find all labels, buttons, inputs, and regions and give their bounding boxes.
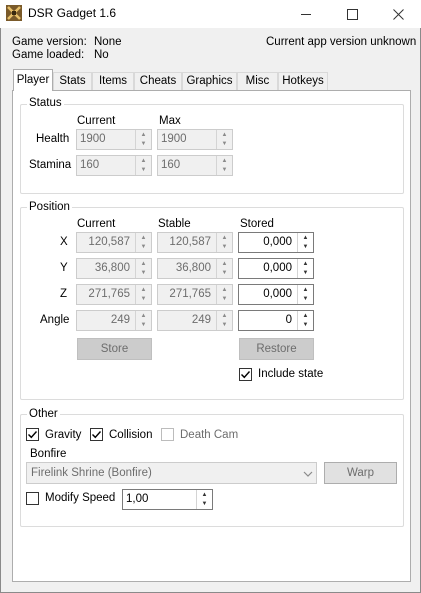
tab-cheats[interactable]: Cheats <box>134 72 182 90</box>
tab-misc[interactable]: Misc <box>237 72 278 90</box>
health-current-field: 1900 ▲ ▼ <box>76 129 152 150</box>
modify-speed-checkbox[interactable] <box>26 492 39 505</box>
position-stored-header: Stored <box>240 218 274 230</box>
x-current-spinner: ▲ ▼ <box>135 233 151 252</box>
stamina-current-spinner: ▲ ▼ <box>135 156 151 175</box>
close-button[interactable] <box>375 0 421 28</box>
speed-input[interactable]: 1,00 ▲ ▼ <box>122 489 213 510</box>
z-stable-spinner: ▲ ▼ <box>216 285 232 304</box>
tab-hotkeys[interactable]: Hotkeys <box>278 72 328 90</box>
store-button[interactable]: Store <box>77 338 152 360</box>
health-max-spinner: ▲ ▼ <box>216 130 232 149</box>
gravity-label[interactable]: Gravity <box>45 429 81 441</box>
death-cam-checkbox[interactable] <box>161 428 174 441</box>
gravity-checkbox[interactable] <box>26 428 39 441</box>
y-stored-field[interactable]: 0,000 ▲ ▼ <box>238 258 314 279</box>
game-loaded-label: Game loaded: <box>12 49 85 61</box>
collision-label[interactable]: Collision <box>109 429 152 441</box>
z-label: Z <box>60 288 68 300</box>
maximize-button[interactable] <box>329 0 375 28</box>
stamina-current-field: 160 ▲ ▼ <box>76 155 152 176</box>
game-version-label: Game version: <box>12 36 87 48</box>
position-current-header: Current <box>77 218 116 230</box>
restore-button[interactable]: Restore <box>239 338 314 360</box>
speed-spinner[interactable]: ▲ ▼ <box>196 490 212 509</box>
y-stable-field: 36,800 ▲ ▼ <box>157 258 233 279</box>
other-group-title: Other <box>27 408 60 420</box>
tab-graphics[interactable]: Graphics <box>182 72 237 90</box>
y-stored-spinner[interactable]: ▲ ▼ <box>297 259 313 278</box>
bonfire-dropdown[interactable]: Firelink Shrine (Bonfire) <box>26 462 317 484</box>
chevron-down-icon <box>303 467 313 486</box>
health-max-field: 1900 ▲ ▼ <box>157 129 233 150</box>
position-stable-header: Stable <box>158 218 191 230</box>
bonfire-label: Bonfire <box>30 448 67 460</box>
z-current-field: 271,765 ▲ ▼ <box>76 284 152 305</box>
angle-stored-spinner[interactable]: ▲ ▼ <box>297 311 313 330</box>
z-stored-spinner[interactable]: ▲ ▼ <box>297 285 313 304</box>
tab-player[interactable]: Player <box>13 69 53 91</box>
x-stable-spinner: ▲ ▼ <box>216 233 232 252</box>
y-current-field: 36,800 ▲ ▼ <box>76 258 152 279</box>
health-current-spinner: ▲ ▼ <box>135 130 151 149</box>
angle-stable-field: 249 ▲ ▼ <box>157 310 233 331</box>
x-label: X <box>60 236 68 248</box>
angle-stable-spinner: ▲ ▼ <box>216 311 232 330</box>
app-version-text: Current app version unknown <box>266 36 417 48</box>
status-current-header: Current <box>77 115 116 127</box>
window-title: DSR Gadget 1.6 <box>28 6 117 20</box>
angle-current-spinner: ▲ ▼ <box>135 311 151 330</box>
x-stored-field[interactable]: 0,000 ▲ ▼ <box>238 232 314 253</box>
game-version-value: None <box>94 36 122 48</box>
angle-stored-field[interactable]: 0 ▲ ▼ <box>238 310 314 331</box>
include-state-checkbox[interactable] <box>239 368 252 381</box>
status-group-title: Status <box>27 97 64 109</box>
health-label: Health <box>36 133 70 145</box>
z-stored-field[interactable]: 0,000 ▲ ▼ <box>238 284 314 305</box>
x-stored-spinner[interactable]: ▲ ▼ <box>297 233 313 252</box>
collision-checkbox[interactable] <box>90 428 103 441</box>
tab-stats[interactable]: Stats <box>53 72 92 90</box>
minimize-button[interactable] <box>283 0 329 28</box>
title-bar: DSR Gadget 1.6 <box>0 0 421 28</box>
z-stable-field: 271,765 ▲ ▼ <box>157 284 233 305</box>
stamina-label: Stamina <box>29 159 72 171</box>
angle-current-field: 249 ▲ ▼ <box>76 310 152 331</box>
death-cam-label[interactable]: Death Cam <box>180 429 238 441</box>
include-state-label[interactable]: Include state <box>258 368 323 380</box>
y-current-spinner: ▲ ▼ <box>135 259 151 278</box>
stamina-max-spinner: ▲ ▼ <box>216 156 232 175</box>
app-icon <box>6 5 22 21</box>
warp-button[interactable]: Warp <box>324 462 397 484</box>
x-stable-field: 120,587 ▲ ▼ <box>157 232 233 253</box>
x-current-field: 120,587 ▲ ▼ <box>76 232 152 253</box>
z-current-spinner: ▲ ▼ <box>135 285 151 304</box>
y-stable-spinner: ▲ ▼ <box>216 259 232 278</box>
tab-items[interactable]: Items <box>92 72 134 90</box>
game-loaded-value: No <box>94 49 109 61</box>
modify-speed-label[interactable]: Modify Speed <box>45 492 115 504</box>
stamina-max-field: 160 ▲ ▼ <box>157 155 233 176</box>
y-label: Y <box>60 262 68 274</box>
position-group-title: Position <box>27 201 72 213</box>
angle-label: Angle <box>40 314 70 326</box>
status-max-header: Max <box>159 115 181 127</box>
